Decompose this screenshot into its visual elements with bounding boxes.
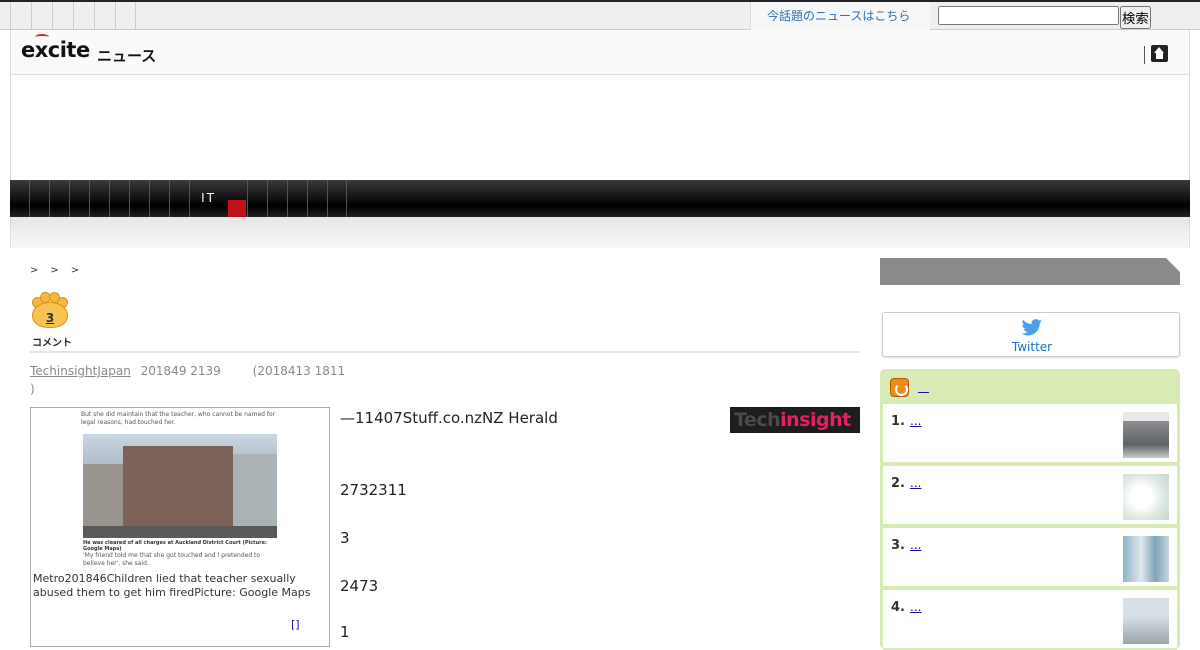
ranking-item[interactable]: 4. ... [883, 590, 1177, 650]
nav-item[interactable] [267, 180, 287, 217]
rank-thumbnail[interactable] [1123, 598, 1169, 644]
twitter-follow-button[interactable]: Twitter [882, 312, 1180, 357]
rank-thumbnail[interactable] [1123, 474, 1169, 520]
nav-item[interactable] [327, 180, 347, 217]
rank-link[interactable]: ... [910, 538, 939, 552]
comment-paw-icon[interactable]: 3 [30, 292, 70, 332]
sidebar-banner [880, 258, 1180, 285]
rank-number: 2. [891, 476, 905, 491]
service-tab[interactable] [52, 2, 73, 30]
rank-thumbnail[interactable] [1123, 412, 1169, 458]
rank-number: 4. [891, 600, 905, 615]
service-tab[interactable] [10, 2, 31, 30]
divider [1144, 46, 1145, 64]
ranking-item[interactable]: 3. ... [883, 528, 1177, 588]
excite-logo[interactable]: excite [21, 34, 90, 62]
service-tab[interactable] [31, 2, 52, 30]
rank-number: 1. [891, 414, 905, 429]
article-paragraph: 2732311 [340, 481, 407, 499]
ranking-item[interactable]: 2. ... [883, 466, 1177, 526]
photo-top-text: But she did maintain that the teacher, w… [81, 411, 276, 426]
article-paragraph: 2473 [340, 577, 379, 595]
rank-link[interactable]: ... [910, 600, 949, 614]
breadcrumb-separator-icon: > [30, 265, 39, 276]
nav-item[interactable] [49, 180, 69, 217]
search-button[interactable]: 検索 [1120, 6, 1151, 29]
photo-small-caption: He was cleared of all charges at Aucklan… [83, 540, 267, 552]
nav-item[interactable] [307, 180, 327, 217]
ranking-icon [890, 378, 909, 397]
service-tab[interactable] [73, 2, 94, 30]
divider [30, 351, 860, 353]
service-tab[interactable] [94, 2, 115, 30]
breadcrumb: > > > [30, 265, 79, 276]
photo-link[interactable]: [] [291, 618, 300, 631]
nav-item-it[interactable]: IT [189, 180, 227, 217]
logo-bar: excite ニュース [10, 30, 1190, 75]
published-date: 201849 2139 [140, 364, 221, 378]
rank-link[interactable]: ... [910, 414, 967, 428]
ranking-panel: 1. ... 2. ... 3. ... 4. ... [880, 369, 1180, 650]
ranking-item[interactable]: 1. ... [883, 404, 1177, 464]
updated-date: (2018413 1811 [252, 364, 346, 378]
nav-item[interactable] [89, 180, 109, 217]
article-meta: TechinsightJapan 201849 2139 (2018413 18… [30, 362, 410, 398]
twitter-label: Twitter [1011, 340, 1053, 354]
author-link[interactable]: TechinsightJapan [30, 364, 131, 378]
logo-section-text[interactable]: ニュース [97, 45, 156, 66]
nav-item[interactable] [149, 180, 169, 217]
nav-item[interactable] [247, 180, 267, 217]
breadcrumb-separator-icon: > [50, 265, 59, 276]
logo-brand-text: excite [21, 38, 90, 62]
article-photo-box: But she did maintain that the teacher, w… [30, 407, 330, 647]
techinsight-logo[interactable]: Techinsight [730, 407, 860, 433]
photo-caption: Metro201846Children lied that teacher se… [33, 572, 311, 599]
breadcrumb-separator-icon: > [70, 265, 80, 276]
article-paragraph: —11407Stuff.co.nzNZ Herald [340, 409, 558, 427]
category-nav: IT [10, 180, 1190, 217]
updated-date-close: ) [30, 382, 35, 396]
nav-item[interactable] [109, 180, 129, 217]
ad-space [10, 75, 1190, 180]
service-tab[interactable] [115, 2, 136, 30]
search-input[interactable] [938, 6, 1119, 25]
nav-item[interactable] [129, 180, 149, 217]
nav-item[interactable] [29, 180, 49, 217]
rank-number: 3. [891, 538, 905, 553]
service-tabs [10, 2, 136, 30]
twitter-bird-icon [1021, 319, 1042, 336]
nav-item[interactable] [69, 180, 89, 217]
nav-item[interactable] [287, 180, 307, 217]
ranking-head-link[interactable] [918, 379, 929, 393]
article-paragraph: 3 [340, 529, 350, 547]
comment-count[interactable]: 3 [30, 311, 70, 325]
rank-thumbnail[interactable] [1123, 536, 1169, 582]
trending-news-link[interactable]: 今話題のニュースはこちら [750, 2, 930, 30]
logo-spark-icon [35, 34, 49, 40]
active-nav-marker [228, 200, 246, 217]
article-photo[interactable] [83, 434, 277, 538]
article-paragraph: 1 [340, 623, 350, 641]
sub-nav [10, 217, 1190, 248]
comment-label[interactable]: コメント [32, 334, 72, 349]
nav-item[interactable] [169, 180, 189, 217]
photo-quote: 'My friend told me that she got touched … [83, 552, 261, 567]
rank-link[interactable]: ... [910, 476, 959, 490]
home-icon[interactable] [1151, 45, 1168, 62]
